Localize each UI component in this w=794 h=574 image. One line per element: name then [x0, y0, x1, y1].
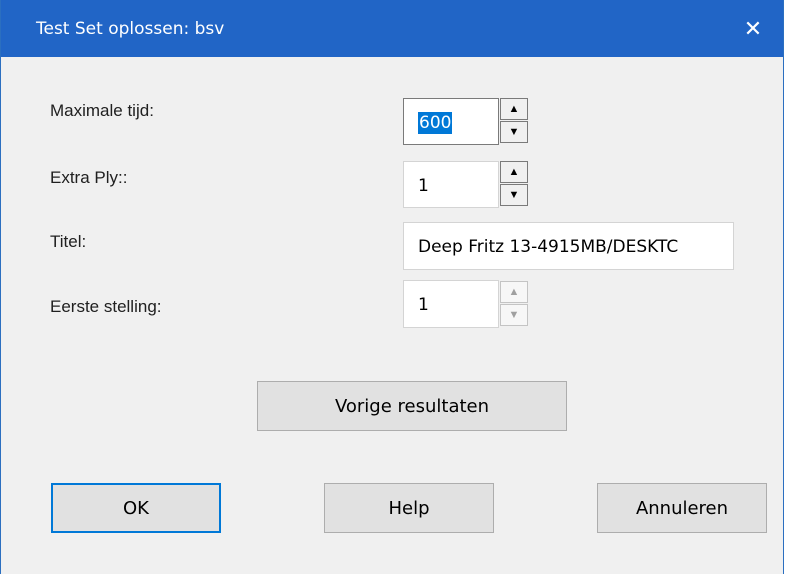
- extra-ply-label: Extra Ply::: [50, 168, 128, 187]
- spin-down-icon[interactable]: ▼: [500, 304, 528, 326]
- first-position-spinner[interactable]: ▲ ▼: [500, 281, 528, 327]
- max-time-spinner[interactable]: ▲ ▼: [500, 98, 528, 144]
- max-time-value: 600: [418, 112, 453, 134]
- title-input[interactable]: Deep Fritz 13-4915MB/DESKTC: [403, 222, 734, 270]
- previous-results-button[interactable]: Vorige resultaten: [257, 381, 567, 431]
- ok-button[interactable]: OK: [51, 483, 221, 533]
- spin-up-icon[interactable]: ▲: [500, 281, 528, 303]
- cancel-button[interactable]: Annuleren: [597, 483, 767, 533]
- max-time-label: Maximale tijd:: [50, 101, 154, 120]
- spin-down-icon[interactable]: ▼: [500, 121, 528, 143]
- help-button[interactable]: Help: [324, 483, 494, 533]
- first-position-label: Eerste stelling:: [50, 297, 162, 316]
- spin-up-icon[interactable]: ▲: [500, 98, 528, 120]
- dialog-title: Test Set oplossen: bsv: [36, 19, 225, 39]
- extra-ply-input[interactable]: 1: [403, 161, 499, 208]
- max-time-input[interactable]: 600: [403, 98, 499, 145]
- dialog-window: Test Set oplossen: bsv ✕ Maximale tijd: …: [0, 0, 784, 574]
- spin-down-icon[interactable]: ▼: [500, 184, 528, 206]
- title-label: Titel:: [50, 232, 87, 251]
- title-value: Deep Fritz 13-4915MB/DESKTC: [418, 237, 679, 257]
- first-position-input[interactable]: 1: [403, 280, 499, 328]
- extra-ply-spinner[interactable]: ▲ ▼: [500, 161, 528, 207]
- close-icon[interactable]: ✕: [723, 0, 783, 57]
- spin-up-icon[interactable]: ▲: [500, 161, 528, 183]
- title-bar[interactable]: Test Set oplossen: bsv ✕: [1, 0, 783, 57]
- extra-ply-value: 1: [418, 176, 429, 196]
- first-position-value: 1: [418, 295, 429, 315]
